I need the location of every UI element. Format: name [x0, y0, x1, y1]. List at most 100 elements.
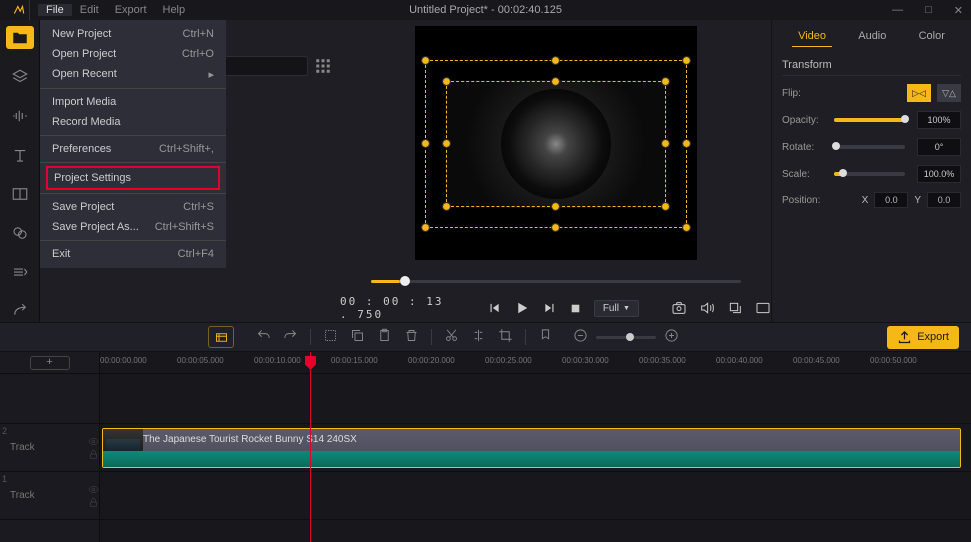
menu-item-exit[interactable]: ExitCtrl+F4	[40, 244, 226, 264]
selection-inner[interactable]	[446, 81, 666, 207]
innerh-br[interactable]	[662, 203, 669, 210]
handle-bl[interactable]	[422, 224, 429, 231]
overlays-icon[interactable]	[6, 221, 34, 244]
transitions-icon[interactable]	[6, 260, 34, 283]
scale-value[interactable]: 100.0%	[917, 165, 961, 183]
title-bar: Untitled Project* - 00:02:40.125 File Ed…	[0, 0, 971, 20]
paste-button[interactable]	[377, 328, 392, 346]
clip-title: The Japanese Tourist Rocket Bunny S14 24…	[103, 429, 960, 450]
close-button[interactable]: ✕	[954, 4, 963, 17]
playhead[interactable]	[310, 352, 311, 542]
opacity-slider[interactable]	[834, 118, 905, 122]
add-track-button[interactable]: +	[30, 356, 70, 370]
lock-icon[interactable]	[88, 449, 99, 460]
effects-icon[interactable]	[6, 299, 34, 322]
innerh-mr[interactable]	[662, 140, 669, 147]
tab-video[interactable]: Video	[792, 26, 832, 47]
eye-icon[interactable]	[88, 436, 99, 447]
rotate-value[interactable]: 0°	[917, 138, 961, 156]
prev-frame-button[interactable]	[487, 301, 501, 315]
menu-item-open-project[interactable]: Open ProjectCtrl+O	[40, 44, 226, 64]
detach-button[interactable]	[727, 300, 743, 316]
zoom-in-button[interactable]	[664, 328, 679, 346]
time-ruler[interactable]: 00:00:00.00000:00:05.00000:00:10.00000:0…	[100, 352, 971, 374]
menu-item-import-media[interactable]: Import Media	[40, 92, 226, 112]
volume-button[interactable]	[699, 300, 715, 316]
handle-bm[interactable]	[552, 224, 559, 231]
zoom-out-button[interactable]	[573, 328, 588, 346]
handle-br[interactable]	[683, 224, 690, 231]
tab-color[interactable]: Color	[913, 26, 951, 47]
preview-canvas[interactable]	[415, 26, 697, 260]
snapshot-button[interactable]	[671, 300, 687, 316]
selection-outer[interactable]	[425, 60, 687, 228]
fit-dropdown[interactable]: Full▼	[594, 300, 639, 317]
track-header-2[interactable]: 2 Track	[0, 424, 99, 472]
menu-file[interactable]: File	[38, 4, 72, 16]
innerh-tl[interactable]	[443, 78, 450, 85]
innerh-ml[interactable]	[443, 140, 450, 147]
scale-slider[interactable]	[834, 172, 905, 176]
flip-vertical-button[interactable]: ▽△	[937, 84, 961, 102]
menu-help[interactable]: Help	[155, 4, 194, 16]
innerh-tm[interactable]	[552, 78, 559, 85]
preview-seekbar[interactable]	[371, 280, 741, 283]
split-screen-icon[interactable]	[6, 182, 34, 205]
handle-tl[interactable]	[422, 57, 429, 64]
track-row-1[interactable]	[100, 472, 971, 520]
track-row-2[interactable]: The Japanese Tourist Rocket Bunny S14 24…	[100, 424, 971, 472]
handle-ml[interactable]	[422, 140, 429, 147]
cut-tool[interactable]	[444, 328, 459, 346]
opacity-value[interactable]: 100%	[917, 111, 961, 129]
select-tool[interactable]	[323, 328, 338, 346]
redo-button[interactable]	[283, 328, 298, 346]
menu-item-preferences[interactable]: PreferencesCtrl+Shift+,	[40, 139, 226, 159]
handle-mr[interactable]	[683, 140, 690, 147]
tab-audio[interactable]: Audio	[852, 26, 892, 47]
fullscreen-button[interactable]	[755, 300, 771, 316]
menu-item-save-project-as-[interactable]: Save Project As...Ctrl+Shift+S	[40, 217, 226, 237]
menu-edit[interactable]: Edit	[72, 4, 107, 16]
menu-item-save-project[interactable]: Save ProjectCtrl+S	[40, 197, 226, 217]
grid-view-icon[interactable]	[314, 57, 332, 75]
seek-knob[interactable]	[400, 276, 410, 286]
crop-tool[interactable]	[498, 328, 513, 346]
media-tab-icon[interactable]	[6, 26, 34, 49]
lock-icon[interactable]	[88, 497, 99, 508]
export-button[interactable]: Export	[887, 326, 959, 349]
layers-icon[interactable]	[6, 65, 34, 88]
innerh-bm[interactable]	[552, 203, 559, 210]
audio-wave-icon[interactable]	[6, 104, 34, 127]
handle-tr[interactable]	[683, 57, 690, 64]
ruler-tick: 00:00:35.000	[639, 356, 686, 365]
copy-button[interactable]	[350, 328, 365, 346]
flip-horizontal-button[interactable]: ▷◁	[907, 84, 931, 102]
split-tool[interactable]	[471, 328, 486, 346]
zoom-slider[interactable]	[596, 336, 656, 339]
video-clip[interactable]: The Japanese Tourist Rocket Bunny S14 24…	[102, 428, 961, 468]
rotate-slider[interactable]	[834, 145, 905, 149]
eye-icon[interactable]	[88, 484, 99, 495]
stop-button[interactable]	[569, 302, 582, 315]
menu-item-record-media[interactable]: Record Media	[40, 112, 226, 132]
innerh-bl[interactable]	[443, 203, 450, 210]
position-y[interactable]: 0.0	[927, 192, 961, 208]
text-tool-icon[interactable]	[6, 143, 34, 166]
menu-export[interactable]: Export	[107, 4, 155, 16]
play-button[interactable]	[513, 299, 531, 317]
track-header-1[interactable]: 1 Track	[0, 472, 99, 520]
maximize-button[interactable]: □	[925, 4, 932, 17]
render-button[interactable]	[208, 326, 234, 348]
timeline-body[interactable]: 00:00:00.00000:00:05.00000:00:10.00000:0…	[100, 352, 971, 542]
menu-item-new-project[interactable]: New ProjectCtrl+N	[40, 24, 226, 44]
handle-tm[interactable]	[552, 57, 559, 64]
position-x[interactable]: 0.0	[874, 192, 908, 208]
next-frame-button[interactable]	[543, 301, 557, 315]
innerh-tr[interactable]	[662, 78, 669, 85]
menu-item-project-settings[interactable]: Project Settings	[46, 166, 220, 190]
undo-button[interactable]	[256, 328, 271, 346]
delete-button[interactable]	[404, 328, 419, 346]
marker-tool[interactable]	[538, 328, 553, 346]
menu-item-open-recent[interactable]: Open Recent▸	[40, 64, 226, 85]
minimize-button[interactable]: ―	[892, 4, 903, 17]
